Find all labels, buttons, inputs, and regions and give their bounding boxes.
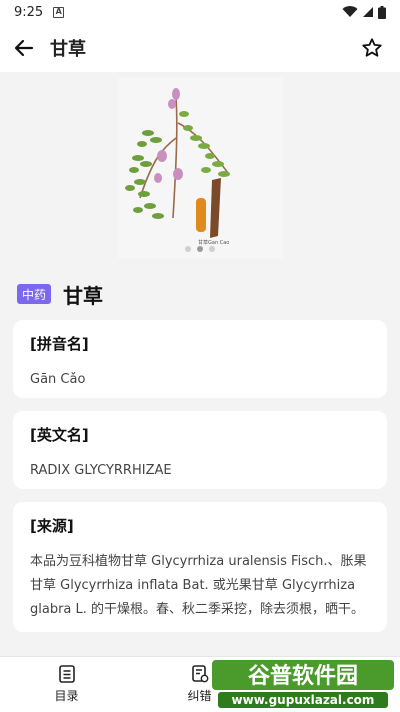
herb-heading: 中药 甘草 — [17, 280, 103, 308]
section-label: [来源] — [30, 517, 74, 535]
herb-image-carousel[interactable]: 甘草Gan Cao — [0, 72, 400, 262]
hero-caption: 甘草Gan Cao — [198, 239, 229, 246]
edit-doc-icon — [191, 665, 208, 683]
section-value: Gān Cǎo — [30, 372, 86, 387]
list-icon — [58, 665, 75, 683]
section-label: [英文名] — [30, 426, 89, 444]
status-time: 9:25 — [14, 4, 44, 20]
carousel-dot-active[interactable] — [197, 246, 203, 252]
licorice-plant-illustration: 甘草Gan Cao — [124, 88, 230, 246]
section-card-source: [来源] 本品为豆科植物甘草 Glycyrrhiza uralensis Fis… — [13, 502, 387, 632]
carousel-dots — [118, 246, 283, 252]
section-value: 本品为豆科植物甘草 Glycyrrhiza uralensis Fisch.、胀… — [30, 554, 367, 617]
nav-item-label: 目录 — [54, 689, 79, 703]
carousel-dot[interactable] — [185, 246, 191, 252]
back-button[interactable] — [0, 24, 48, 72]
wifi-icon — [342, 6, 358, 18]
carousel-dot[interactable] — [209, 246, 215, 252]
notification-a-icon: A — [53, 6, 65, 18]
section-card-english-name: [英文名] RADIX GLYCYRRHIZAE — [13, 411, 387, 489]
nav-item-label: 纠错 — [187, 689, 212, 703]
section-value: RADIX GLYCYRRHIZAE — [30, 463, 172, 478]
watermark-title: 谷普软件园 — [248, 663, 358, 689]
herb-name: 甘草 — [63, 283, 104, 308]
section-label: [拼音名] — [30, 335, 89, 353]
battery-icon — [378, 5, 386, 19]
category-badge: 中药 — [17, 284, 52, 304]
nav-item-contents[interactable]: 目录 — [0, 665, 133, 704]
favorite-button[interactable] — [348, 24, 396, 72]
watermark-logo: 谷普软件园 www.gupuxlazal.com — [212, 660, 394, 708]
section-card-pinyin: [拼音名] Gān Cǎo — [13, 320, 387, 398]
status-icons — [342, 5, 386, 19]
app-bar: 甘草 — [0, 24, 400, 72]
watermark-url: www.gupuxlazal.com — [232, 693, 375, 707]
page-title: 甘草 — [50, 39, 86, 60]
star-outline-icon — [362, 38, 382, 57]
signal-icon — [363, 7, 373, 17]
herb-image: 甘草Gan Cao — [117, 78, 283, 258]
status-bar: 9:25 A — [0, 0, 400, 24]
arrow-left-icon — [14, 39, 34, 57]
